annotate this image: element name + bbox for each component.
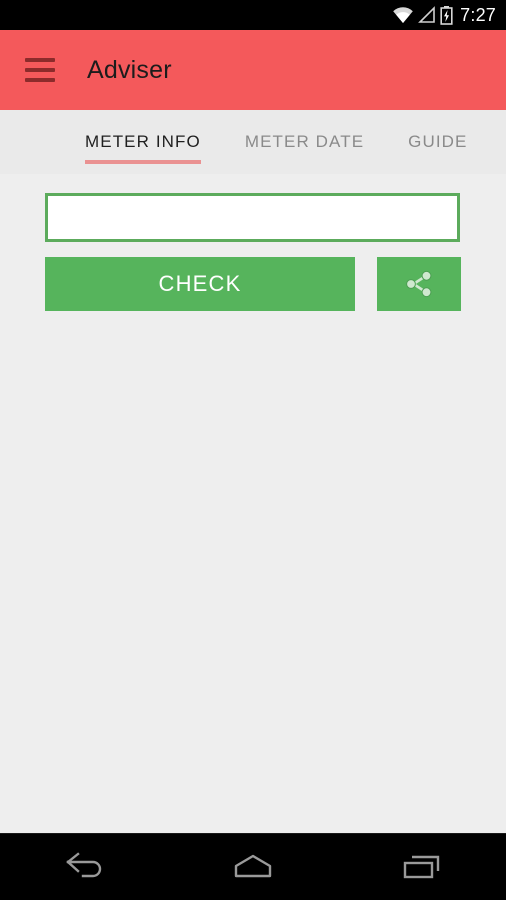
status-bar: 7:27 xyxy=(0,0,506,30)
wifi-icon xyxy=(392,6,414,24)
hamburger-bar xyxy=(25,68,55,72)
back-button[interactable] xyxy=(34,834,134,900)
tab-meter-info[interactable]: METER INFO xyxy=(85,110,223,174)
status-time: 7:27 xyxy=(460,5,496,25)
main-content: CHECK xyxy=(0,174,506,833)
hamburger-bar xyxy=(25,78,55,82)
app-bar: Adviser xyxy=(0,30,506,110)
check-button[interactable]: CHECK xyxy=(45,257,355,311)
home-button[interactable] xyxy=(203,834,303,900)
recents-button[interactable] xyxy=(372,834,472,900)
back-arrow-icon xyxy=(60,851,108,883)
share-button[interactable] xyxy=(377,257,461,311)
tab-label: METER DATE xyxy=(244,132,365,151)
status-icons xyxy=(392,5,453,25)
tab-label: METER INFO xyxy=(85,132,201,151)
tab-bar: METER INFO METER DATE GUIDE CA xyxy=(0,110,506,174)
signal-icon xyxy=(418,6,436,24)
phone-screen: 7:27 Adviser METER INFO METER DATE GUIDE… xyxy=(0,0,506,900)
action-row: CHECK xyxy=(45,257,461,311)
tab-meter-date[interactable]: METER DATE xyxy=(223,110,386,174)
home-icon xyxy=(229,851,277,883)
meter-number-input[interactable] xyxy=(45,193,460,242)
hamburger-menu-icon[interactable] xyxy=(25,58,55,82)
tab-ca[interactable]: CA xyxy=(490,110,506,174)
hamburger-bar xyxy=(25,58,55,62)
tab-guide[interactable]: GUIDE xyxy=(386,110,489,174)
recents-icon xyxy=(398,851,446,883)
tab-active-indicator xyxy=(85,160,201,164)
app-title: Adviser xyxy=(87,55,172,84)
tab-label: GUIDE xyxy=(408,132,468,151)
share-icon xyxy=(402,267,436,301)
battery-charging-icon xyxy=(440,5,453,25)
android-navigation-bar xyxy=(0,833,506,900)
